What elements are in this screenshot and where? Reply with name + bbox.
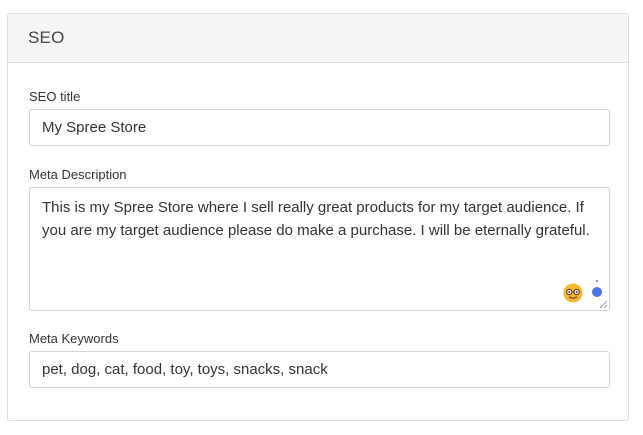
- nerd-face-icon[interactable]: [563, 283, 583, 303]
- blue-dot-icon[interactable]: [592, 287, 602, 297]
- meta-keywords-label: Meta Keywords: [29, 331, 119, 346]
- meta-keywords-value: pet, dog, cat, food, toy, toys, snacks, …: [42, 361, 328, 378]
- seo-title-input[interactable]: My Spree Store: [29, 109, 610, 146]
- indicator-dot-small-icon: [596, 280, 598, 282]
- seo-panel: SEO SEO title My Spree Store Meta Descri…: [7, 13, 629, 421]
- resize-grip-icon[interactable]: [599, 300, 608, 309]
- meta-description-label: Meta Description: [29, 167, 127, 182]
- meta-keywords-input[interactable]: pet, dog, cat, food, toy, toys, snacks, …: [29, 351, 610, 388]
- panel-title: SEO: [28, 28, 65, 47]
- seo-title-value: My Spree Store: [42, 119, 147, 136]
- panel-heading: SEO: [8, 14, 628, 63]
- seo-title-label: SEO title: [29, 89, 81, 104]
- meta-description-value: This is my Spree Store where I sell real…: [42, 199, 590, 239]
- meta-description-textarea[interactable]: This is my Spree Store where I sell real…: [29, 187, 610, 311]
